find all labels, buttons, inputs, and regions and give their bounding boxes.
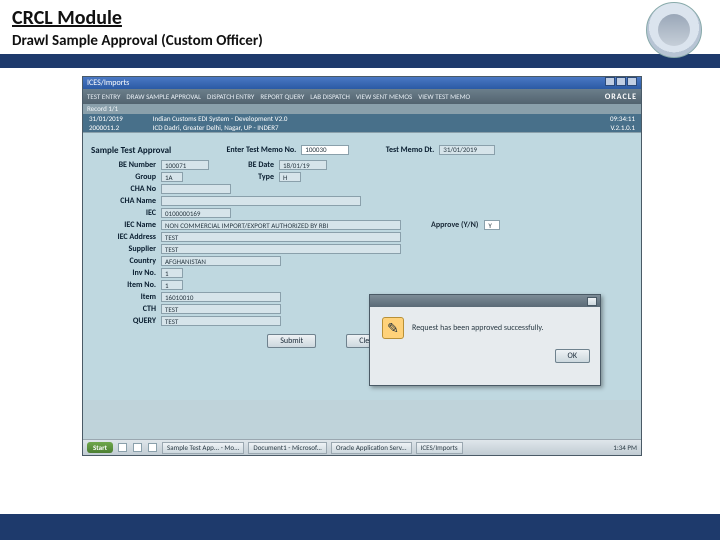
menu-test-entry[interactable]: TEST ENTRY xyxy=(87,92,120,101)
query-label: QUERY xyxy=(91,316,161,326)
menu-report-query[interactable]: REPORT QUERY xyxy=(260,92,304,101)
slide-subtitle: Drawl Sample Approval (Custom Officer) xyxy=(12,32,708,50)
be-number-field[interactable]: 100071 xyxy=(161,160,209,170)
info-version: V.2.1.0.1 xyxy=(610,123,635,132)
iec-label: IEC xyxy=(91,208,161,218)
be-date-field: 18/01/19 xyxy=(279,160,327,170)
dialog-message: Request has been approved successfully. xyxy=(412,323,544,333)
country-field: AFGHANISTAN xyxy=(161,256,281,266)
taskbar-item[interactable]: Oracle Application Serv... xyxy=(331,442,412,454)
memo-dt-label: Test Memo Dt. xyxy=(369,145,439,155)
iec-addr-field: TEST xyxy=(161,232,401,242)
window-title: ICES/Imports xyxy=(87,78,129,88)
success-dialog: ✎ Request has been approved successfully… xyxy=(369,294,601,386)
main-menu[interactable]: TEST ENTRY DRAW SAMPLE APPROVAL DISPATCH… xyxy=(83,89,641,104)
slide-title: CRCL Module xyxy=(12,6,708,30)
form-area: Sample Test Approval Enter Test Memo No.… xyxy=(83,132,641,400)
footer-bar xyxy=(0,514,720,540)
memo-no-label: Enter Test Memo No. xyxy=(201,145,301,155)
section-heading: Sample Test Approval xyxy=(91,145,171,156)
dialog-ok-button[interactable]: OK xyxy=(555,349,590,363)
type-label: Type xyxy=(229,172,279,182)
tray-icon[interactable] xyxy=(133,443,142,452)
tray-icon[interactable] xyxy=(118,443,127,452)
iec-name-label: IEC Name xyxy=(91,220,161,230)
menu-dispatch-entry[interactable]: DISPATCH ENTRY xyxy=(207,92,254,101)
country-label: Country xyxy=(91,256,161,266)
approve-label: Approve (Y/N) xyxy=(431,220,478,230)
invno-label: Inv No. xyxy=(91,268,161,278)
cha-no-field[interactable] xyxy=(161,184,231,194)
tray-icon[interactable] xyxy=(148,443,157,452)
cha-no-label: CHA No xyxy=(91,184,161,194)
menu-view-sent-memos[interactable]: VIEW SENT MEMOS xyxy=(356,92,412,101)
cth-label: CTH xyxy=(91,304,161,314)
info-icon: ✎ xyxy=(382,317,404,339)
taskbar-item[interactable]: Sample Test App... - Mo... xyxy=(162,442,244,454)
info-system: Indian Customs EDI System - Development … xyxy=(153,114,288,123)
window-titlebar: ICES/Imports xyxy=(83,77,641,89)
type-field[interactable]: H xyxy=(279,172,301,182)
taskbar-clock: 1:34 PM xyxy=(613,443,637,452)
supplier-label: Supplier xyxy=(91,244,161,254)
oracle-brand: ORACLE xyxy=(605,92,637,102)
info-location: ICD Dadri, Greater Delhi, Nagar, UP - IN… xyxy=(153,123,288,132)
info-date: 31/01/2019 xyxy=(89,114,123,123)
dialog-close-icon[interactable] xyxy=(587,297,597,306)
group-field[interactable]: 1A xyxy=(161,172,183,182)
itemno-label: Item No. xyxy=(91,280,161,290)
item-label: Item xyxy=(91,292,161,302)
cha-name-label: CHA Name xyxy=(91,196,161,206)
cha-name-field[interactable] xyxy=(161,196,361,206)
memo-no-field[interactable]: 100030 xyxy=(301,145,349,155)
submit-button[interactable]: Submit xyxy=(267,334,316,348)
iec-field[interactable]: 0100000169 xyxy=(161,208,231,218)
info-site-code: 2000011.2 xyxy=(89,123,123,132)
menu-view-test-memo[interactable]: VIEW TEST MEMO xyxy=(418,92,470,101)
taskbar-item[interactable]: ICES/Imports xyxy=(416,442,463,454)
menu-lab-dispatch[interactable]: LAB DISPATCH xyxy=(310,92,350,101)
dialog-titlebar xyxy=(370,295,600,307)
header-divider xyxy=(0,54,720,68)
query-field[interactable]: TEST xyxy=(161,316,281,326)
iec-name-field: NON COMMERCIAL IMPORT/EXPORT AUTHORIZED … xyxy=(161,220,401,230)
be-date-label: BE Date xyxy=(229,160,279,170)
record-status-bar: Record 1/1 xyxy=(83,104,641,114)
start-button[interactable]: Start xyxy=(87,442,113,453)
be-number-label: BE Number xyxy=(91,160,161,170)
windows-taskbar[interactable]: Start Sample Test App... - Mo... Documen… xyxy=(83,439,641,455)
supplier-field: TEST xyxy=(161,244,401,254)
item-field: 16010010 xyxy=(161,292,281,302)
window-controls[interactable] xyxy=(604,77,637,89)
itemno-field[interactable]: 1 xyxy=(161,280,183,290)
invno-field[interactable]: 1 xyxy=(161,268,183,278)
info-time: 09:34:11 xyxy=(610,114,635,123)
menu-draw-sample-approval[interactable]: DRAW SAMPLE APPROVAL xyxy=(126,92,201,101)
memo-dt-field: 31/01/2019 xyxy=(439,145,495,155)
cbec-emblem xyxy=(646,2,706,62)
info-strip: 31/01/2019 2000011.2 Indian Customs EDI … xyxy=(83,114,641,132)
approve-field[interactable]: Y xyxy=(484,220,500,230)
app-window: ICES/Imports TEST ENTRY DRAW SAMPLE APPR… xyxy=(82,76,642,456)
taskbar-item[interactable]: Document1 - Microsof... xyxy=(248,442,327,454)
cth-field: TEST xyxy=(161,304,281,314)
iec-addr-label: IEC Address xyxy=(91,232,161,242)
group-label: Group xyxy=(91,172,161,182)
